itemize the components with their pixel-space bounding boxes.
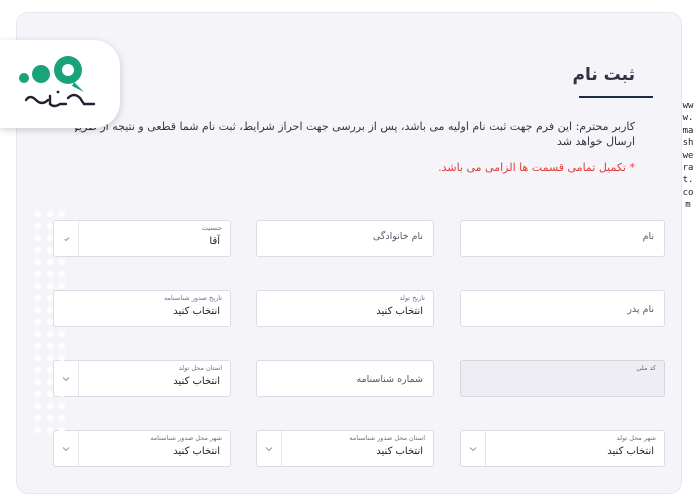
title-underline bbox=[579, 96, 653, 98]
select-divider bbox=[78, 221, 79, 256]
id-issue-date-picker[interactable]: تاریخ صدور شناسنامه انتخاب کنید bbox=[53, 290, 231, 327]
last-name-placeholder: نام خانوادگی bbox=[372, 231, 423, 242]
page-title: ثبت نام bbox=[572, 65, 635, 85]
father-name-placeholder: نام پدر bbox=[627, 304, 654, 315]
select-divider bbox=[281, 431, 282, 466]
select-divider bbox=[485, 431, 486, 466]
required-note: * تکمیل تمامی قسمت ها الزامی می باشد. bbox=[438, 161, 635, 174]
issue-city-label: شهر محل صدور شناسنامه bbox=[150, 434, 222, 442]
birth-province-value: انتخاب کنید bbox=[173, 376, 220, 387]
issue-province-label: استان محل صدور شناسنامه bbox=[349, 434, 425, 442]
id-number-input[interactable]: شماره شناسنامه bbox=[256, 360, 434, 397]
birth-province-label: استان محل تولد bbox=[178, 364, 222, 372]
birth-date-label: تاریخ تولد bbox=[399, 294, 425, 302]
decorative-dot-grid bbox=[35, 211, 65, 433]
gender-value: آقا bbox=[209, 236, 220, 247]
issue-city-select[interactable]: شهر محل صدور شناسنامه انتخاب کنید bbox=[53, 430, 231, 467]
birth-city-label: شهر محل تولد bbox=[616, 434, 656, 442]
national-code-label: کد ملی bbox=[636, 364, 656, 372]
id-number-placeholder: شماره شناسنامه bbox=[356, 374, 423, 385]
intro-text: کاربر محترم: این فرم جهت ثبت نام اولیه م… bbox=[75, 120, 635, 133]
intro-text-line2: ارسال خواهد شد bbox=[556, 135, 635, 148]
first-name-placeholder: نام bbox=[642, 231, 654, 242]
mashwerat-logo-icon bbox=[19, 56, 96, 108]
gender-select[interactable]: جنسیت آقا bbox=[53, 220, 231, 257]
birth-city-select[interactable]: شهر محل تولد انتخاب کنید bbox=[460, 430, 665, 467]
issue-city-value: انتخاب کنید bbox=[173, 446, 220, 457]
birth-date-value: انتخاب کنید bbox=[376, 306, 423, 317]
website-watermark-text: www.mashwerat.com bbox=[682, 101, 694, 211]
id-issue-date-label: تاریخ صدور شناسنامه bbox=[163, 294, 222, 302]
chevron-down-icon bbox=[62, 447, 70, 452]
issue-province-value: انتخاب کنید bbox=[376, 446, 423, 457]
select-divider bbox=[78, 361, 79, 396]
birth-date-picker[interactable]: تاریخ تولد انتخاب کنید bbox=[256, 290, 434, 327]
website-watermark: www.mashwerat.com bbox=[681, 100, 695, 212]
chevron-down-icon bbox=[265, 447, 273, 452]
brand-logo bbox=[0, 40, 120, 128]
father-name-input[interactable]: نام پدر bbox=[460, 290, 665, 327]
birth-city-value: انتخاب کنید bbox=[607, 446, 654, 457]
last-name-input[interactable]: نام خانوادگی bbox=[256, 220, 434, 257]
id-issue-date-value: انتخاب کنید bbox=[173, 306, 220, 317]
select-divider bbox=[78, 431, 79, 466]
gender-label: جنسیت bbox=[201, 224, 222, 232]
birth-province-select[interactable]: استان محل تولد انتخاب کنید bbox=[53, 360, 231, 397]
national-code-input[interactable]: کد ملی bbox=[460, 360, 665, 397]
chevron-down-icon bbox=[469, 447, 477, 452]
first-name-input[interactable]: نام bbox=[460, 220, 665, 257]
issue-province-select[interactable]: استان محل صدور شناسنامه انتخاب کنید bbox=[256, 430, 434, 467]
